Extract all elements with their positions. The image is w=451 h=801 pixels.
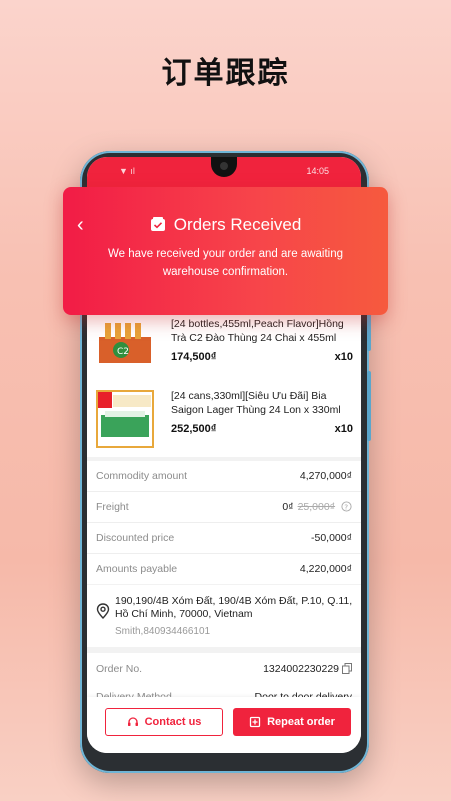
contact-us-label: Contact us [144,716,202,728]
product-price: 252,500₫ [171,423,217,435]
product-image: C2 [95,317,155,377]
list-item[interactable]: C2 [24 bottles,455ml,Peach Flavor]Hồng T… [95,317,353,377]
product-quantity: x10 [334,423,353,435]
signal-indicator: ▼ ıl [119,166,135,176]
banner-description: We have received your order and are awai… [107,248,344,278]
discount-row: Discounted price -50,000₫ [87,523,361,554]
discount-label: Discounted price [96,532,175,544]
address-line: 190,190/4B Xóm Đất, 190/4B Xóm Đất, P.10… [115,595,353,620]
freight-original: 25,000₫ [297,501,336,513]
freight-value: 0₫ [282,501,294,513]
headset-icon [127,717,138,726]
svg-text:?: ? [344,502,348,511]
banner-title: Orders Received [173,215,302,234]
repeat-order-label: Repeat order [267,716,335,728]
repeat-order-button[interactable]: Repeat order [233,708,351,736]
inbox-check-icon [150,217,165,231]
help-icon[interactable]: ? [341,501,352,512]
copy-icon[interactable] [342,663,352,674]
commodity-row: Commodity amount 4,270,000₫ [87,461,361,492]
product-title: [24 cans,330ml][Siêu Ưu Đãi] Bia Saigon … [171,390,341,416]
camera-notch [211,157,237,177]
product-quantity: x10 [334,351,353,363]
payable-label: Amounts payable [96,563,178,575]
power-button [367,371,371,441]
commodity-value: 4,270,000₫ [299,470,352,482]
freight-values: 0₫ 25,000₫ ? [282,501,352,513]
status-bar: ▼ ıl 14:05 [87,157,361,191]
freight-label: Freight [96,501,129,513]
cart-plus-icon [249,716,261,728]
contact-us-button[interactable]: Contact us [105,708,223,736]
delivery-address: 190,190/4B Xóm Đất, 190/4B Xóm Đất, P.10… [87,585,361,647]
product-price: 174,500₫ [171,351,217,363]
status-time: 14:05 [306,166,329,176]
svg-text:C2: C2 [117,347,129,357]
price-summary: Commodity amount 4,270,000₫ Freight 0₫ 25… [87,461,361,584]
order-status-banner: ‹ Orders Received We have received your … [63,187,388,315]
payable-value: 4,220,000₫ [299,563,352,575]
list-item[interactable]: [24 cans,330ml][Siêu Ưu Đãi] Bia Saigon … [95,389,353,449]
recipient-info: Smith,840934466101 [115,626,211,637]
discount-value: -50,000₫ [310,532,352,544]
order-no-value: 1324002230229 [263,663,339,675]
page-headline: 订单跟踪 [161,56,290,91]
freight-row: Freight 0₫ 25,000₫ ? [87,492,361,523]
bottom-action-bar: Contact us Repeat order [87,697,361,753]
order-no-label: Order No. [96,663,143,675]
banner-title-row: Orders Received [63,215,388,235]
payable-row: Amounts payable 4,220,000₫ [87,554,361,584]
product-image [95,389,155,449]
location-pin-icon [96,603,110,619]
product-title: [24 bottles,455ml,Peach Flavor]Hồng Trà … [171,318,344,344]
commodity-label: Commodity amount [96,470,188,482]
product-list: C2 [24 bottles,455ml,Peach Flavor]Hồng T… [87,307,361,457]
